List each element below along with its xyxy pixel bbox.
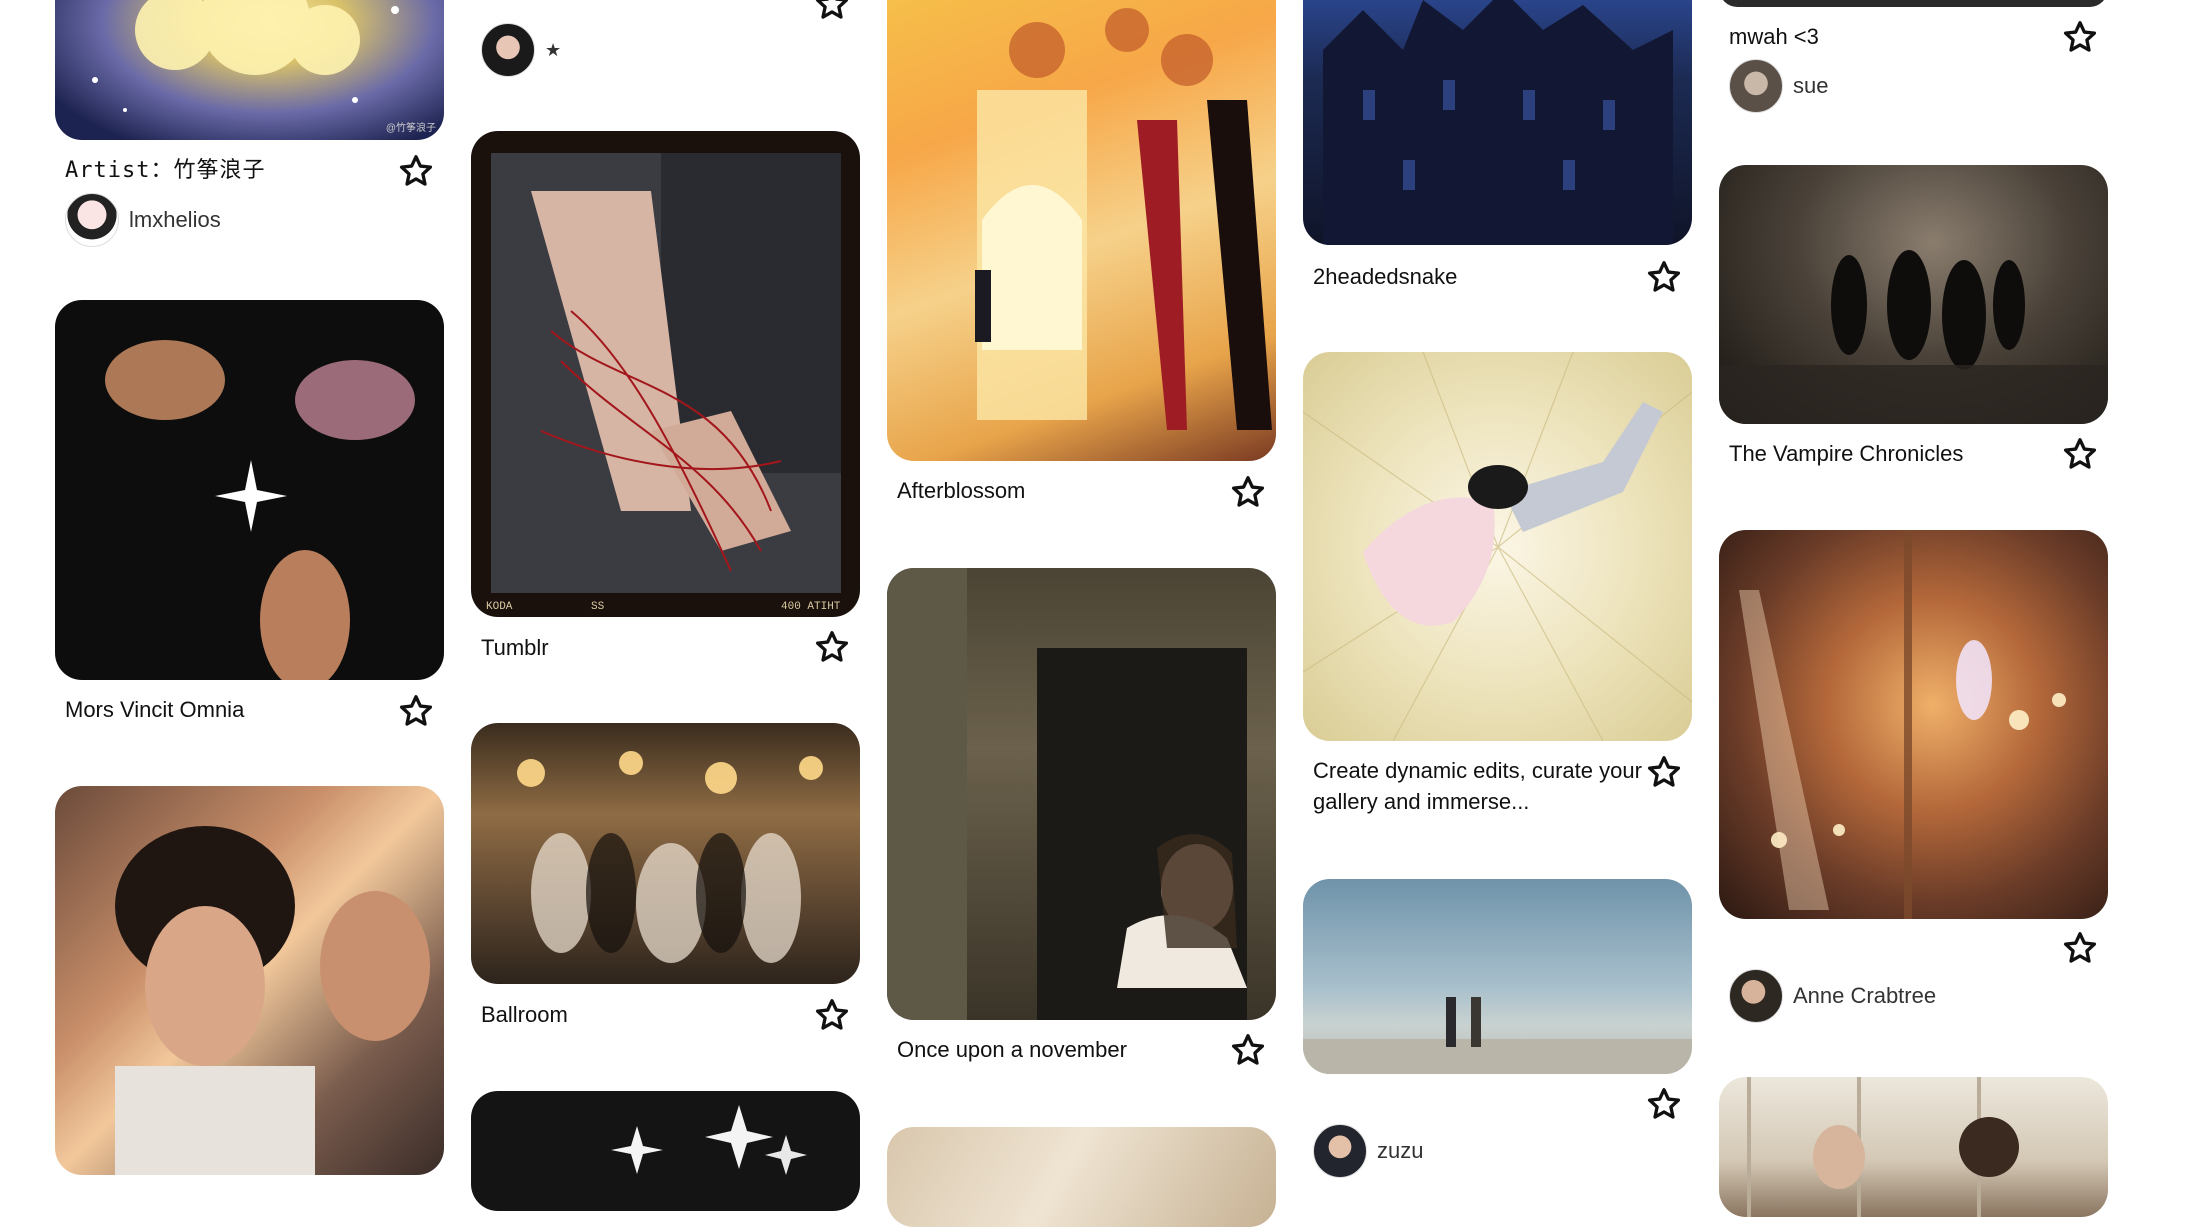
pin-title: 2headedsnake [1313, 264, 1458, 289]
stage-silhouettes-photo [1719, 250, 2108, 424]
couple-photo [115, 826, 430, 1175]
pin-image[interactable] [1303, 879, 1692, 1074]
pin-title: Tumblr [481, 635, 549, 660]
hands-star-illustration [105, 340, 415, 680]
film-mark: SS [591, 601, 605, 613]
pin-image[interactable] [1719, 165, 2108, 424]
save-star-icon[interactable] [814, 997, 850, 1033]
pin-sky-couple[interactable]: zuzu [1303, 879, 1692, 1189]
pin-window-couple[interactable] [1719, 1077, 2108, 1217]
pin-title: Ballroom [481, 1002, 568, 1027]
pin-author[interactable]: ★ [481, 23, 561, 77]
pin-title: Afterblossom [897, 478, 1026, 503]
pin-author[interactable]: sue [1729, 59, 1828, 113]
pin-2headedsnake[interactable]: 2headedsnake [1303, 0, 1692, 300]
pin-dynamic-edits[interactable]: Create dynamic edits, curate your galler… [1303, 352, 1692, 822]
pin-image[interactable]: KODA SS 400 ATIHT [471, 131, 860, 617]
pin-mwah[interactable]: mwah <3 sue [1719, 0, 2108, 120]
pin-tumblr[interactable]: KODA SS 400 ATIHT Tumblr [471, 131, 860, 671]
window-girl-photo [887, 568, 1247, 1020]
username[interactable]: ★ [545, 40, 561, 61]
pin-image[interactable] [1303, 0, 1692, 245]
pin-stars-dark[interactable] [471, 1091, 860, 1211]
red-string-hands-photo: KODA SS 400 ATIHT [486, 153, 841, 613]
pin-november[interactable]: Once upon a november [887, 568, 1276, 1078]
pin-title: mwah <3 [1729, 24, 1819, 49]
save-star-icon[interactable] [814, 629, 850, 665]
stars-photo [611, 1105, 807, 1175]
pin-image[interactable]: @竹筝浪子 [55, 0, 444, 140]
pin-artist[interactable]: @竹筝浪子 Artist：竹筝浪子 lmxhelios [55, 0, 444, 250]
pin-image[interactable] [887, 0, 1276, 461]
username[interactable]: zuzu [1377, 1138, 1423, 1164]
save-star-icon[interactable] [1230, 1032, 1266, 1068]
film-mark: 400 ATIHT [781, 601, 841, 613]
username[interactable]: sue [1793, 73, 1828, 99]
pin-couple[interactable] [55, 786, 444, 1189]
save-star-icon[interactable] [1230, 474, 1266, 510]
save-star-icon[interactable] [1646, 259, 1682, 295]
pin-title: Artist：竹筝浪子 [65, 158, 266, 183]
falling-couple-illustration [1303, 352, 1692, 741]
save-star-icon[interactable] [1646, 1086, 1682, 1122]
pin-author[interactable]: zuzu [1313, 1124, 1423, 1178]
pin-ballroom[interactable]: Ballroom [471, 723, 860, 1043]
pin-vampire-chronicles[interactable]: The Vampire Chronicles [1719, 165, 2108, 485]
pin-title: Mors Vincit Omnia [65, 697, 245, 722]
image-watermark: @竹筝浪子 [385, 123, 436, 134]
pin-image[interactable] [1303, 352, 1692, 741]
save-star-icon[interactable] [2062, 930, 2098, 966]
pin-image[interactable] [1719, 1077, 2108, 1217]
pin-image[interactable] [55, 786, 444, 1175]
save-star-icon[interactable] [814, 0, 850, 22]
pin-author[interactable]: Anne Crabtree [1729, 969, 1936, 1023]
sky-couple-photo [1303, 997, 1692, 1074]
pin-title: Once upon a november [897, 1037, 1127, 1062]
username[interactable]: Anne Crabtree [1793, 983, 1936, 1009]
palace-illustration [975, 8, 1272, 430]
save-star-icon[interactable] [398, 693, 434, 729]
pin-image[interactable] [471, 723, 860, 984]
pin-image[interactable] [471, 1091, 860, 1211]
pin-image[interactable] [887, 1127, 1276, 1227]
save-star-icon[interactable] [1646, 754, 1682, 790]
avatar[interactable] [1729, 969, 1783, 1023]
pin-title: Create dynamic edits, curate your galler… [1313, 758, 1642, 814]
avatar[interactable] [1313, 1124, 1367, 1178]
save-star-icon[interactable] [398, 153, 434, 189]
pin-mors-vincit[interactable]: Mors Vincit Omnia [55, 300, 444, 740]
pin-room[interactable] [887, 1127, 1276, 1227]
avatar[interactable] [65, 193, 119, 247]
save-star-icon[interactable] [2062, 19, 2098, 55]
pin-title: The Vampire Chronicles [1729, 441, 1964, 466]
username[interactable]: lmxhelios [129, 207, 221, 233]
pin-anne-crabtree[interactable]: Anne Crabtree [1719, 530, 2108, 1030]
avatar[interactable] [1729, 59, 1783, 113]
pin-image[interactable] [887, 568, 1276, 1020]
pin-image[interactable] [1719, 0, 2108, 7]
avatar[interactable] [481, 23, 535, 77]
gothic-castle-photo [1323, 0, 1673, 245]
window-couple-photo [1747, 1077, 2019, 1217]
theatre-book-illustration [1739, 530, 2066, 919]
film-mark: KODA [486, 601, 513, 613]
pin-top-avatar[interactable]: ★ [471, 0, 860, 90]
save-star-icon[interactable] [2062, 436, 2098, 472]
ballroom-photo [517, 751, 823, 963]
pin-author[interactable]: lmxhelios [65, 193, 221, 247]
pin-afterblossom[interactable]: Afterblossom [887, 0, 1276, 520]
pin-image[interactable] [55, 300, 444, 680]
pin-image[interactable] [1719, 530, 2108, 919]
